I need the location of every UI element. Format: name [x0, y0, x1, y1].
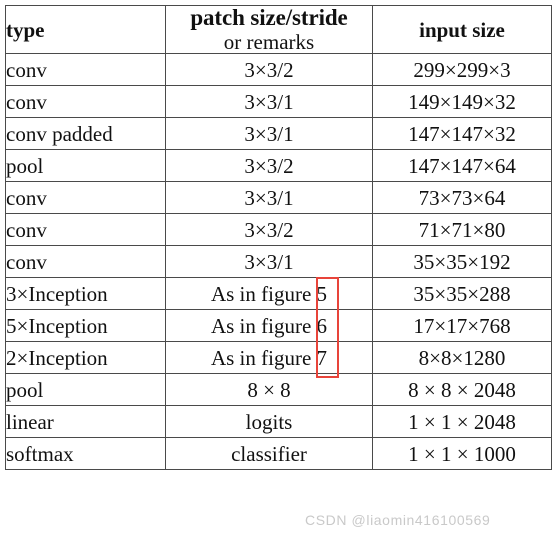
- cell-type: conv: [5, 85, 166, 119]
- cell-input: 299×299×3: [372, 53, 552, 87]
- cell-type: conv padded: [5, 117, 166, 151]
- cell-type: pool: [5, 149, 166, 183]
- cell-patch: logits: [165, 405, 373, 439]
- table-row: pool 8 × 8 8 × 8 × 2048: [5, 373, 552, 407]
- cell-type: conv: [5, 181, 166, 215]
- column-header-type: type: [5, 4, 166, 55]
- table-row: conv 3×3/1 149×149×32: [5, 85, 552, 119]
- cell-input: 35×35×192: [372, 245, 552, 279]
- cell-type: pool: [5, 373, 166, 407]
- cell-type: conv: [5, 213, 166, 247]
- cell-type: 2×Inception: [5, 341, 166, 375]
- cell-patch: As in figure 5: [165, 277, 373, 311]
- cell-patch: 3×3/1: [165, 181, 373, 215]
- screenshot-page: type patch size/stride or remarks input …: [0, 0, 557, 541]
- cell-type: linear: [5, 405, 166, 439]
- cell-input: 1 × 1 × 1000: [372, 437, 552, 471]
- cell-patch: 3×3/2: [165, 149, 373, 183]
- cell-input: 73×73×64: [372, 181, 552, 215]
- cell-input: 17×17×768: [372, 309, 552, 343]
- architecture-table: type patch size/stride or remarks input …: [5, 4, 552, 471]
- cell-patch: 3×3/1: [165, 245, 373, 279]
- cell-type: 5×Inception: [5, 309, 166, 343]
- cell-patch: 3×3/2: [165, 53, 373, 87]
- column-header-patch-size-line1: patch size/stride: [190, 5, 348, 30]
- cell-input: 147×147×32: [372, 117, 552, 151]
- table-row: softmax classifier 1 × 1 × 1000: [5, 437, 552, 471]
- cell-type: conv: [5, 245, 166, 279]
- table-row: linear logits 1 × 1 × 2048: [5, 405, 552, 439]
- column-header-patch-size-line2: or remarks: [223, 30, 315, 55]
- cell-input: 71×71×80: [372, 213, 552, 247]
- table-header: type patch size/stride or remarks input …: [5, 4, 552, 55]
- cell-patch: As in figure 7: [165, 341, 373, 375]
- cell-patch: 3×3/1: [165, 117, 373, 151]
- table-row: 3×Inception As in figure 5 35×35×288: [5, 277, 552, 311]
- column-header-input-size: input size: [372, 4, 552, 55]
- cell-input: 147×147×64: [372, 149, 552, 183]
- cell-input: 1 × 1 × 2048: [372, 405, 552, 439]
- column-header-patch-size: patch size/stride or remarks: [165, 4, 373, 55]
- cell-input: 149×149×32: [372, 85, 552, 119]
- cell-patch: 8 × 8: [165, 373, 373, 407]
- table-row: 2×Inception As in figure 7 8×8×1280: [5, 341, 552, 375]
- table-body: conv 3×3/2 299×299×3 conv 3×3/1 149×149×…: [5, 53, 552, 471]
- table-row: 5×Inception As in figure 6 17×17×768: [5, 309, 552, 343]
- cell-input: 8 × 8 × 2048: [372, 373, 552, 407]
- table-row: conv 3×3/2 71×71×80: [5, 213, 552, 247]
- table-row: pool 3×3/2 147×147×64: [5, 149, 552, 183]
- cell-patch: 3×3/2: [165, 213, 373, 247]
- table-row: conv 3×3/2 299×299×3: [5, 53, 552, 87]
- cell-patch: 3×3/1: [165, 85, 373, 119]
- table-row: conv 3×3/1 73×73×64: [5, 181, 552, 215]
- cell-patch: As in figure 6: [165, 309, 373, 343]
- cell-input: 35×35×288: [372, 277, 552, 311]
- cell-patch: classifier: [165, 437, 373, 471]
- table-row: conv padded 3×3/1 147×147×32: [5, 117, 552, 151]
- csdn-watermark: CSDN @liaomin416100569: [305, 512, 491, 528]
- table-header-row: type patch size/stride or remarks input …: [5, 4, 552, 55]
- cell-type: softmax: [5, 437, 166, 471]
- cell-input: 8×8×1280: [372, 341, 552, 375]
- table-row: conv 3×3/1 35×35×192: [5, 245, 552, 279]
- cell-type: conv: [5, 53, 166, 87]
- cell-type: 3×Inception: [5, 277, 166, 311]
